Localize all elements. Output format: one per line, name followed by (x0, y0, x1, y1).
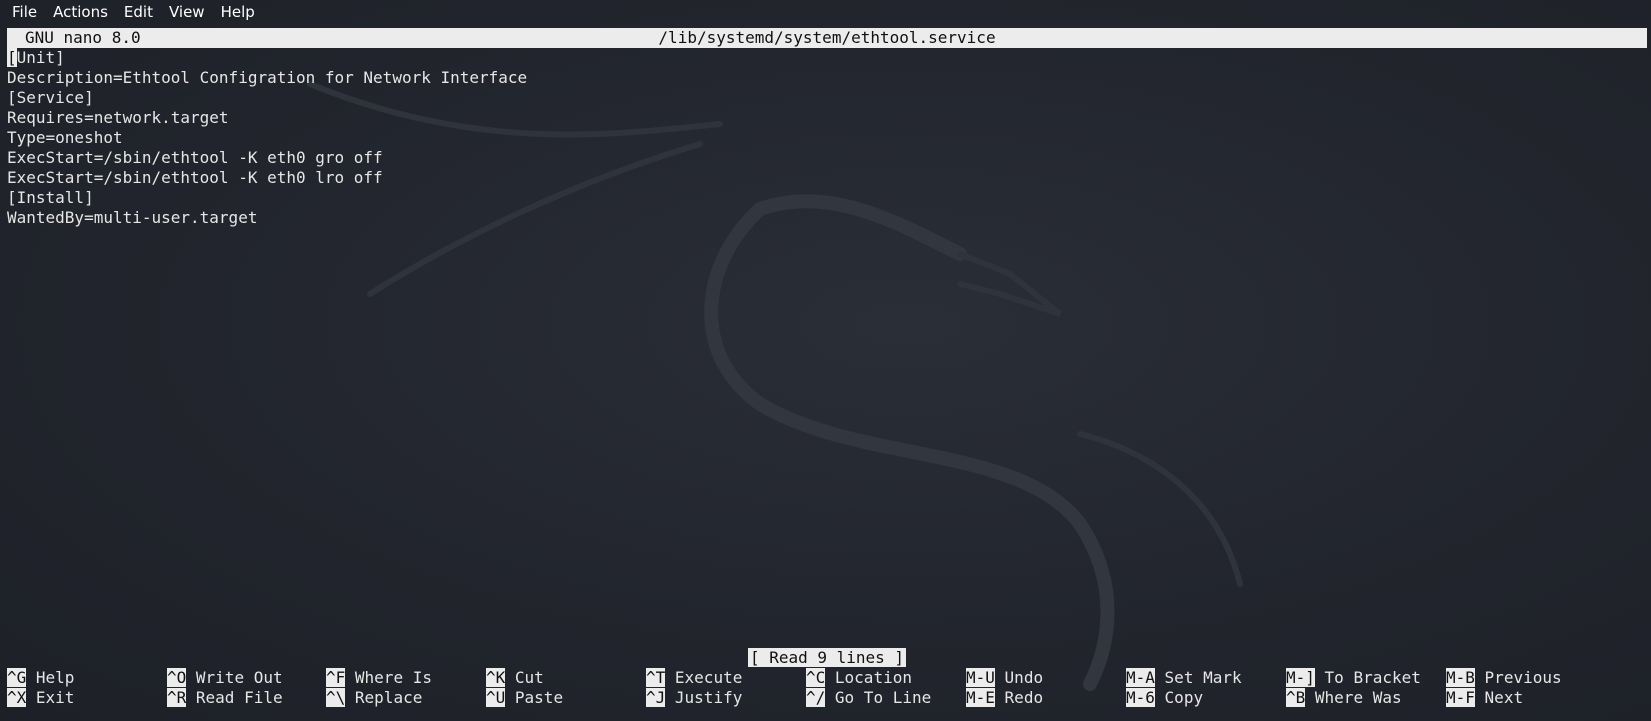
buffer-line[interactable]: WantedBy=multi-user.target (7, 208, 1647, 228)
shortcut-replace[interactable]: ^\ Replace (326, 688, 422, 708)
shortcut-where-is[interactable]: ^F Where Is (326, 668, 432, 688)
text-cursor: [ (7, 48, 17, 67)
menu-edit[interactable]: Edit (116, 3, 161, 21)
shortcut-label: Previous (1484, 668, 1562, 687)
editor-buffer[interactable]: [Unit] Description=Ethtool Configration … (7, 48, 1647, 228)
shortcut-label: Set Mark (1164, 668, 1242, 687)
shortcut-where-was[interactable]: ^B Where Was (1286, 688, 1402, 708)
buffer-line[interactable]: [Unit] (7, 48, 1647, 68)
shortcut-label: Exit (35, 688, 75, 707)
shortcut-key: M-E (966, 688, 995, 707)
shortcut-label: Write Out (195, 668, 283, 687)
shortcut-key: ^C (806, 668, 826, 687)
shortcut-label: Location (834, 668, 912, 687)
shortcut-key: M-F (1446, 688, 1475, 707)
shortcut-exit[interactable]: ^X Exit (7, 688, 74, 708)
shortcut-key: ^U (486, 688, 506, 707)
shortcut-label: Read File (195, 688, 283, 707)
buffer-line[interactable]: Requires=network.target (7, 108, 1647, 128)
shortcut-go-to-line[interactable]: ^/ Go To Line (806, 688, 931, 708)
menu-help[interactable]: Help (213, 3, 263, 21)
shortcut-label: Where Is (354, 668, 432, 687)
shortcut-undo[interactable]: M-U Undo (966, 668, 1043, 688)
nano-filename: /lib/systemd/system/ethtool.service (658, 28, 996, 47)
shortcut-label: Execute (674, 668, 743, 687)
shortcut-label: Redo (1004, 688, 1044, 707)
shortcut-label: Help (35, 668, 75, 687)
shortcut-justify[interactable]: ^J Justify (646, 688, 742, 708)
shortcut-key: M-] (1286, 668, 1315, 687)
shortcut-bar: ^G Help ^O Write Out ^F Where Is ^K Cut … (7, 668, 1647, 708)
shortcut-previous[interactable]: M-B Previous (1446, 668, 1562, 688)
shortcut-help[interactable]: ^G Help (7, 668, 74, 688)
shortcut-label: Copy (1164, 688, 1204, 707)
shortcut-key: ^/ (806, 688, 826, 707)
shortcut-key: ^G (7, 668, 27, 687)
shortcut-label: Paste (514, 688, 564, 707)
status-message: [ Read 9 lines ] (747, 648, 907, 667)
shortcut-read-file[interactable]: ^R Read File (167, 688, 283, 708)
shortcut-label: Undo (1004, 668, 1044, 687)
buffer-line-text: Unit] (16, 48, 65, 67)
shortcut-label: To Bracket (1324, 668, 1421, 687)
shortcut-key: M-U (966, 668, 995, 687)
shortcut-key: M-B (1446, 668, 1475, 687)
shortcut-copy[interactable]: M-6 Copy (1126, 688, 1203, 708)
buffer-line[interactable]: Description=Ethtool Configration for Net… (7, 68, 1647, 88)
nano-titlebar: /lib/systemd/system/ethtool.service GNU … (7, 28, 1647, 48)
shortcut-key: ^\ (326, 688, 346, 707)
menu-actions[interactable]: Actions (45, 3, 116, 21)
nano-version: GNU nano 8.0 (25, 28, 141, 47)
shortcut-key: ^J (646, 688, 666, 707)
shortcut-execute[interactable]: ^T Execute (646, 668, 742, 688)
shortcut-next[interactable]: M-F Next (1446, 688, 1523, 708)
shortcut-key: ^O (167, 668, 187, 687)
terminal-window: File Actions Edit View Help /lib/systemd… (0, 0, 1651, 721)
buffer-line[interactable]: Type=oneshot (7, 128, 1647, 148)
shortcut-label: Next (1484, 688, 1524, 707)
shortcut-label: Go To Line (834, 688, 932, 707)
shortcut-label: Cut (514, 668, 544, 687)
shortcut-set-mark[interactable]: M-A Set Mark (1126, 668, 1242, 688)
shortcut-redo[interactable]: M-E Redo (966, 688, 1043, 708)
shortcut-cut[interactable]: ^K Cut (486, 668, 544, 688)
shortcut-write-out[interactable]: ^O Write Out (167, 668, 283, 688)
shortcut-key: ^K (486, 668, 506, 687)
shortcut-key: M-6 (1126, 688, 1155, 707)
status-bar: [ Read 9 lines ] (7, 648, 1647, 668)
buffer-line[interactable]: [Service] (7, 88, 1647, 108)
shortcut-location[interactable]: ^C Location (806, 668, 912, 688)
shortcut-key: ^R (167, 688, 187, 707)
shortcut-key: ^X (7, 688, 27, 707)
shortcut-key: ^B (1286, 688, 1306, 707)
nano-editor[interactable]: /lib/systemd/system/ethtool.service GNU … (7, 28, 1647, 718)
shortcut-key: M-A (1126, 668, 1155, 687)
menu-view[interactable]: View (161, 3, 213, 21)
shortcut-label: Justify (674, 688, 743, 707)
shortcut-key: ^T (646, 668, 666, 687)
shortcut-key: ^F (326, 668, 346, 687)
shortcut-paste[interactable]: ^U Paste (486, 688, 563, 708)
buffer-line[interactable]: ExecStart=/sbin/ethtool -K eth0 lro off (7, 168, 1647, 188)
menubar: File Actions Edit View Help (0, 0, 1651, 24)
menu-file[interactable]: File (4, 3, 45, 21)
shortcut-label: Replace (354, 688, 423, 707)
buffer-line[interactable]: [Install] (7, 188, 1647, 208)
shortcut-label: Where Was (1314, 688, 1402, 707)
buffer-line[interactable]: ExecStart=/sbin/ethtool -K eth0 gro off (7, 148, 1647, 168)
shortcut-to-bracket[interactable]: M-] To Bracket (1286, 668, 1421, 688)
